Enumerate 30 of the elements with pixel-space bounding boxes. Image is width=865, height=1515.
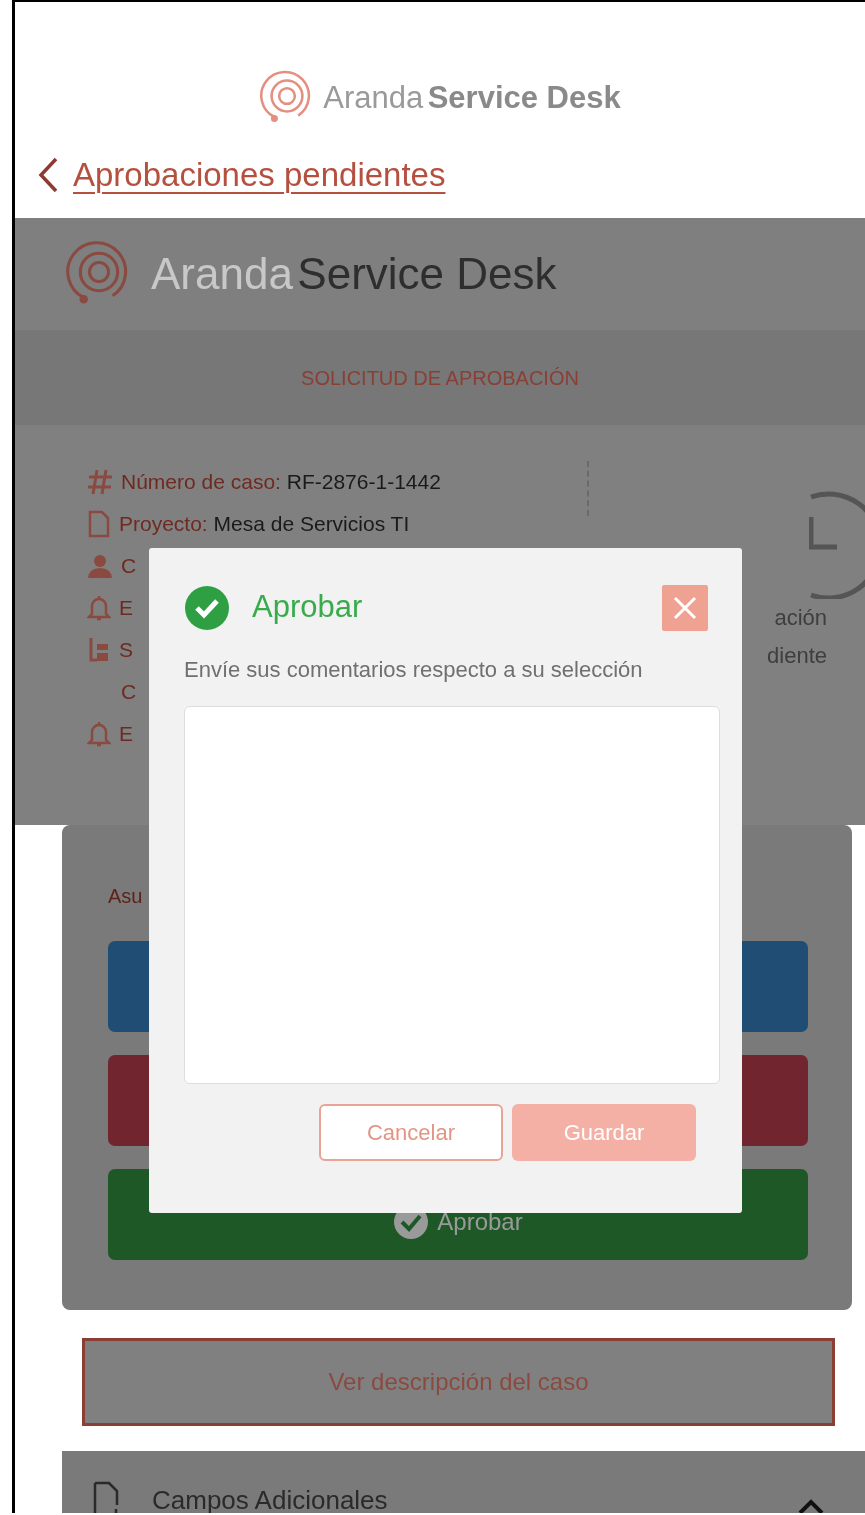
bell-icon (87, 594, 111, 622)
person-icon (87, 553, 113, 579)
case-field: C (121, 676, 137, 708)
logo-text: ArandaService Desk (323, 78, 621, 117)
dialog-message: Envíe sus comentarios respecto a su selección (184, 656, 644, 684)
document-icon (87, 510, 111, 538)
hash-icon (87, 468, 113, 496)
case-field: E (119, 718, 133, 750)
clock-icon (809, 491, 865, 599)
back-link[interactable]: Aprobaciones pendientes (73, 150, 446, 200)
check-circle-icon (184, 584, 230, 631)
actions-label: Asu (108, 884, 143, 909)
comment-field[interactable] (184, 706, 720, 1084)
case-field: Proyecto: Mesa de Servicios TI (119, 508, 410, 540)
case-field: E (119, 592, 133, 624)
case-field: Número de caso: RF-2876-1-1442 (121, 466, 441, 498)
hierarchy-icon (87, 636, 111, 664)
dialog-title: Aprobar (252, 588, 363, 627)
status-text: diente (767, 642, 827, 670)
case-field: S (119, 634, 133, 666)
back-chevron-icon (37, 155, 59, 194)
case-field: C (121, 550, 137, 582)
case-description-button[interactable]: Ver descripción del caso (82, 1338, 835, 1426)
cancel-button[interactable]: Cancelar (319, 1104, 503, 1161)
bell-icon (87, 720, 111, 748)
close-button[interactable] (662, 584, 708, 631)
close-icon (672, 594, 698, 621)
status-text: ación (774, 604, 827, 632)
logo-text: ArandaService Desk (151, 248, 557, 300)
section-title: SOLICITUD DE APROBACIÓN (301, 365, 579, 391)
